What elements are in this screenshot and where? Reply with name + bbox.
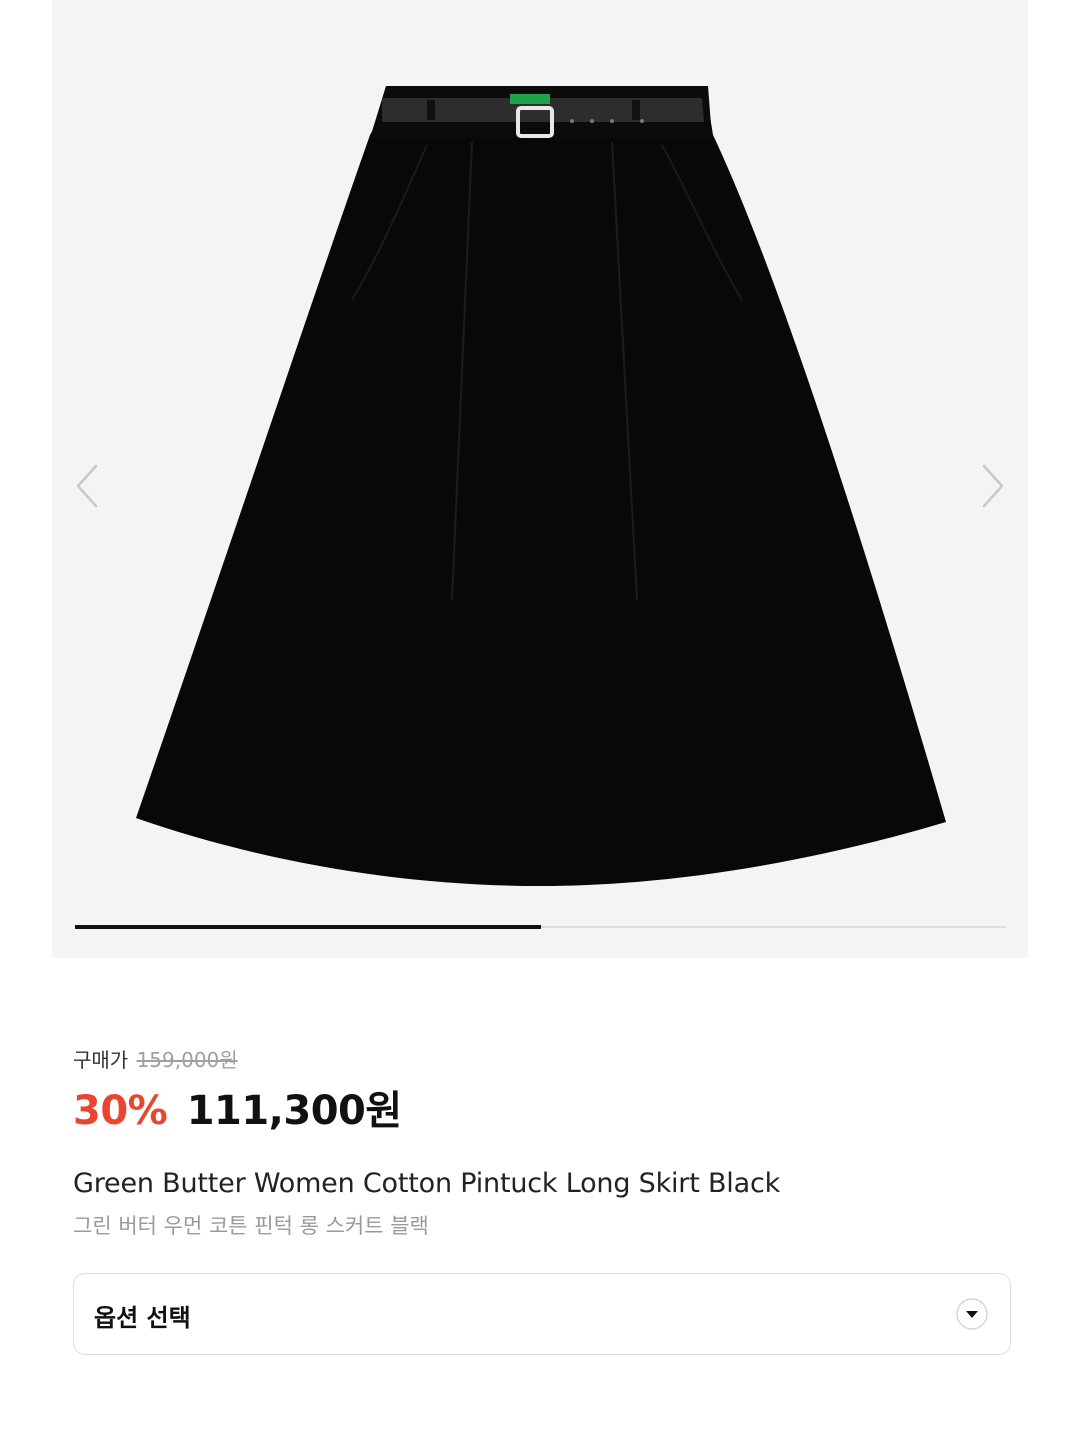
price-label-row: 구매가 159,000원 [73, 1044, 238, 1073]
price-label: 구매가 [73, 1048, 129, 1072]
chevron-right-icon [982, 464, 1004, 508]
discount-rate: 30% [73, 1088, 168, 1134]
product-image [136, 86, 946, 886]
option-select-dropdown[interactable]: 옵션 선택 [73, 1273, 1011, 1355]
product-image-gallery[interactable] [52, 0, 1028, 958]
skirt-shape [136, 110, 946, 886]
sale-price: 111,300원 [186, 1088, 403, 1134]
gallery-progress-bar [75, 925, 1006, 929]
original-price: 159,000원 [136, 1048, 238, 1072]
chevron-left-icon [76, 464, 98, 508]
price-row: 30% 111,300원 [73, 1078, 402, 1136]
gallery-progress-fill [75, 925, 541, 929]
option-select-label: 옵션 선택 [94, 1304, 191, 1332]
product-name-english: Green Butter Women Cotton Pintuck Long S… [73, 1168, 781, 1199]
gallery-next-button[interactable] [974, 458, 1014, 514]
caret-down-circle-icon [956, 1298, 988, 1330]
gallery-prev-button[interactable] [66, 458, 106, 514]
product-name-korean: 그린 버터 우먼 코튼 핀턱 롱 스커트 블랙 [73, 1214, 429, 1238]
